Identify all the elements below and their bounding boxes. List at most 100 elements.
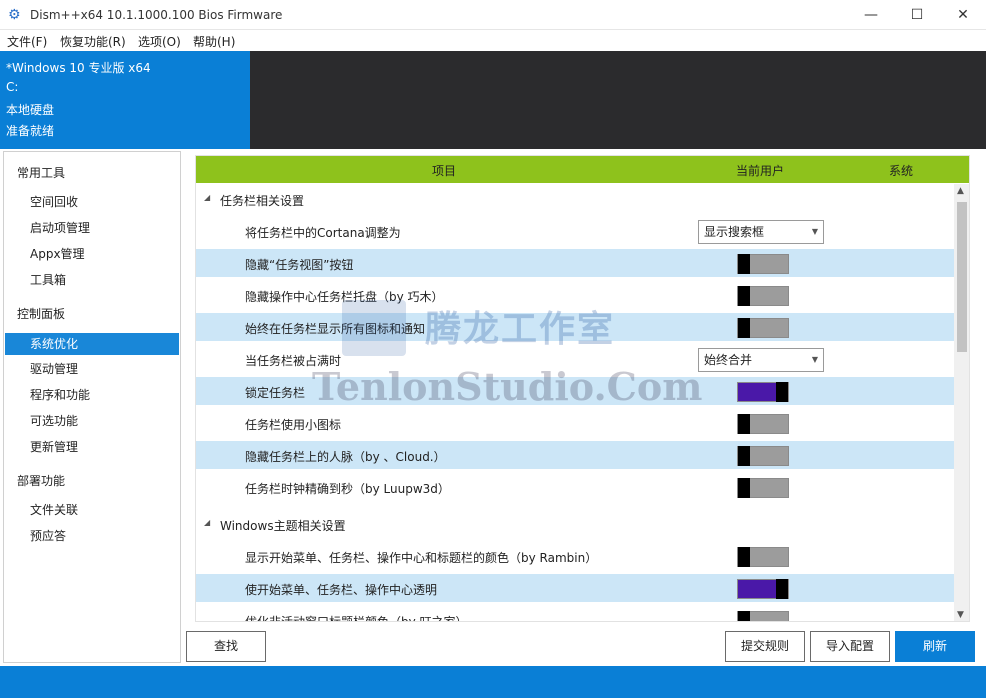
nav-item-optional-features[interactable]: 可选功能 <box>5 410 179 432</box>
section-windows-theme[interactable]: ◢ Windows主题相关设置 <box>196 510 954 538</box>
section-taskbar[interactable]: ◢ 任务栏相关设置 <box>196 185 954 213</box>
drive-label: C: <box>6 80 19 94</box>
grid-header: 项目 当前用户 系统 <box>196 156 969 183</box>
import-config-button[interactable]: 导入配置 <box>810 631 890 662</box>
os-label: *Windows 10 专业版 x64 <box>6 61 151 75</box>
setting-label: 优化非活动窗口标题栏颜色（by 叮之家） <box>245 615 468 622</box>
image-list-area <box>250 51 986 149</box>
collapse-icon: ◢ <box>204 193 211 202</box>
column-current-user[interactable]: 当前用户 <box>736 162 784 179</box>
setting-label: 任务栏时钟精确到秒（by Luupw3d） <box>245 482 450 496</box>
image-info-panel[interactable]: *Windows 10 专业版 x64 C: 本地硬盘 准备就绪 <box>0 51 250 149</box>
toggle-knob <box>776 579 788 599</box>
status-bar <box>0 666 986 698</box>
dropdown-value: 显示搜索框 <box>704 225 765 239</box>
disk-type-label: 本地硬盘 <box>6 103 55 117</box>
refresh-button[interactable]: 刷新 <box>895 631 975 662</box>
chevron-down-icon: ▼ <box>811 355 818 364</box>
toggle-knob <box>738 547 750 567</box>
setting-row: 任务栏时钟精确到秒（by Luupw3d） <box>196 473 954 501</box>
vertical-scrollbar[interactable]: ▲ ▼ <box>954 184 969 621</box>
submit-rules-button[interactable]: 提交规则 <box>725 631 805 662</box>
minimize-button[interactable]: — <box>848 0 894 30</box>
maximize-icon: ☐ <box>910 7 924 23</box>
toggle-switch[interactable] <box>737 579 789 599</box>
dropdown-value: 始终合并 <box>704 353 753 367</box>
toggle-switch[interactable] <box>737 547 789 567</box>
setting-row: 将任务栏中的Cortana调整为 显示搜索框 ▼ <box>196 217 954 245</box>
taskbar-full-dropdown[interactable]: 始终合并 ▼ <box>698 348 824 372</box>
setting-label: 任务栏使用小图标 <box>245 418 342 432</box>
close-icon: ✕ <box>957 7 969 23</box>
nav-item-pre-answer[interactable]: 预应答 <box>5 525 179 547</box>
column-system[interactable]: 系统 <box>889 162 913 179</box>
menu-options[interactable]: 选项(O) <box>138 33 181 50</box>
menu-restore[interactable]: 恢复功能(R) <box>60 33 126 50</box>
toggle-knob <box>738 446 750 466</box>
title-bar: ⚙ Dism++x64 10.1.1000.100 Bios Firmware … <box>0 0 986 30</box>
nav-group-deploy: 部署功能 <box>17 474 66 488</box>
toggle-switch[interactable] <box>737 254 789 274</box>
column-item[interactable]: 项目 <box>432 162 456 179</box>
toggle-knob <box>738 254 750 274</box>
nav-item-system-optimize[interactable]: 系统优化 <box>5 333 179 355</box>
setting-label: 显示开始菜单、任务栏、操作中心和标题栏的颜色（by Rambin） <box>245 551 598 565</box>
nav-group-common-tools: 常用工具 <box>17 166 66 180</box>
section-label: Windows主题相关设置 <box>220 519 346 533</box>
toggle-switch[interactable] <box>737 611 789 621</box>
toggle-knob <box>738 611 750 621</box>
setting-row: 隐藏“任务视图”按钮 <box>196 249 954 277</box>
nav-item-file-association[interactable]: 文件关联 <box>5 499 179 521</box>
nav-item-startup-manager[interactable]: 启动项管理 <box>5 217 179 239</box>
setting-label: 锁定任务栏 <box>245 386 306 400</box>
watermark-cn: 腾龙工作室 <box>425 308 616 350</box>
toggle-knob <box>738 478 750 498</box>
maximize-button[interactable]: ☐ <box>894 0 940 30</box>
setting-label: 将任务栏中的Cortana调整为 <box>245 226 401 240</box>
chevron-down-icon: ▼ <box>811 227 818 236</box>
setting-label: 隐藏“任务视图”按钮 <box>245 258 354 272</box>
nav-item-programs[interactable]: 程序和功能 <box>5 384 179 406</box>
cortana-dropdown[interactable]: 显示搜索框 ▼ <box>698 220 824 244</box>
toggle-switch[interactable] <box>737 286 789 306</box>
window-title: Dism++x64 10.1.1000.100 Bios Firmware <box>30 8 283 22</box>
find-button[interactable]: 查找 <box>186 631 266 662</box>
nav-item-appx-manager[interactable]: Appx管理 <box>5 243 179 265</box>
scroll-down-icon[interactable]: ▼ <box>957 610 964 620</box>
toggle-switch[interactable] <box>737 318 789 338</box>
scroll-up-icon[interactable]: ▲ <box>957 186 964 196</box>
close-button[interactable]: ✕ <box>940 0 986 30</box>
nav-item-update-manager[interactable]: 更新管理 <box>5 436 179 458</box>
nav-item-driver-manager[interactable]: 驱动管理 <box>5 358 179 380</box>
menu-help[interactable]: 帮助(H) <box>193 33 235 50</box>
toggle-knob <box>776 382 788 402</box>
nav-item-space-recovery[interactable]: 空间回收 <box>5 191 179 213</box>
toggle-knob <box>738 414 750 434</box>
toggle-switch[interactable] <box>737 414 789 434</box>
watermark-logo <box>342 300 406 356</box>
setting-label: 隐藏任务栏上的人脉（by 、Cloud.） <box>245 450 446 464</box>
toggle-switch[interactable] <box>737 446 789 466</box>
toggle-knob <box>738 318 750 338</box>
setting-label: 使开始菜单、任务栏、操作中心透明 <box>245 583 438 597</box>
setting-row: 使开始菜单、任务栏、操作中心透明 <box>196 574 954 602</box>
status-label: 准备就绪 <box>6 124 55 138</box>
watermark-en: TenlonStudio.Com <box>312 364 703 409</box>
left-nav: 常用工具 空间回收 启动项管理 Appx管理 工具箱 控制面板 系统优化 驱动管… <box>3 151 181 663</box>
setting-row: 优化非活动窗口标题栏颜色（by 叮之家） <box>196 606 954 622</box>
setting-row: 显示开始菜单、任务栏、操作中心和标题栏的颜色（by Rambin） <box>196 542 954 570</box>
toggle-switch[interactable] <box>737 478 789 498</box>
nav-item-toolbox[interactable]: 工具箱 <box>5 269 179 291</box>
minimize-icon: — <box>864 7 878 23</box>
section-label: 任务栏相关设置 <box>220 194 305 208</box>
menu-bar: 文件(F) 恢复功能(R) 选项(O) 帮助(H) <box>0 30 986 51</box>
nav-group-control-panel: 控制面板 <box>17 307 66 321</box>
menu-file[interactable]: 文件(F) <box>7 33 47 50</box>
setting-row: 隐藏任务栏上的人脉（by 、Cloud.） <box>196 441 954 469</box>
collapse-icon: ◢ <box>204 518 211 527</box>
toggle-switch[interactable] <box>737 382 789 402</box>
toggle-knob <box>738 286 750 306</box>
gear-icon: ⚙ <box>8 7 21 23</box>
scroll-thumb[interactable] <box>957 202 967 352</box>
setting-row: 任务栏使用小图标 <box>196 409 954 437</box>
